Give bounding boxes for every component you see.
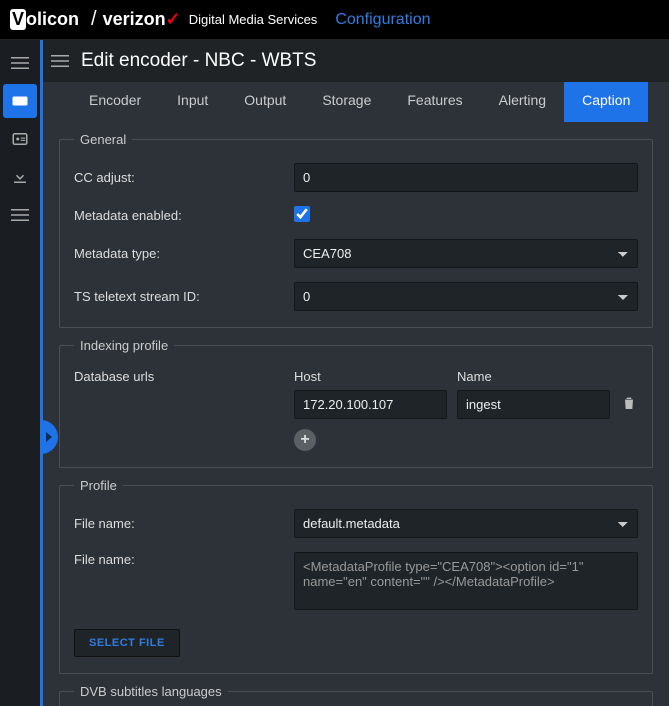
verizon-logo: verizon✓ [103, 9, 181, 30]
metadata-enabled-checkbox[interactable] [294, 206, 310, 222]
ts-teletext-label: TS teletext stream ID: [74, 289, 294, 304]
metadata-type-label: Metadata type: [74, 246, 294, 261]
sidebar-item-users[interactable] [3, 122, 37, 156]
add-url-button[interactable]: + [294, 429, 316, 451]
ts-teletext-select[interactable]: 0 [294, 282, 638, 311]
tab-bar: Encoder Input Output Storage Features Al… [43, 82, 669, 122]
main-panel: Edit encoder - NBC - WBTS Encoder Input … [40, 40, 669, 706]
cc-adjust-label: CC adjust: [74, 170, 294, 185]
cc-adjust-input[interactable] [294, 163, 638, 192]
dvb-fieldset: DVB subtitles languages Name StreamID Mi… [59, 684, 653, 706]
indexing-fieldset: Indexing profile Database urls Host Name [59, 338, 653, 468]
general-fieldset: General CC adjust: Metadata enabled: Met… [59, 132, 653, 328]
title-menu-icon[interactable] [43, 44, 77, 78]
section-title: Configuration [335, 11, 430, 29]
sidebar-item-download[interactable] [3, 160, 37, 194]
database-urls-label: Database urls [74, 369, 294, 384]
host-header: Host [294, 369, 447, 384]
name-header: Name [457, 369, 610, 384]
tab-input[interactable]: Input [159, 82, 226, 122]
brand-subtitle: Digital Media Services [189, 12, 318, 27]
profile-fieldset: Profile File name: default.metadata File… [59, 478, 653, 674]
tab-encoder[interactable]: Encoder [71, 82, 159, 122]
file-content-textarea[interactable]: <MetadataProfile type="CEA708"><option i… [294, 552, 638, 610]
tab-output[interactable]: Output [226, 82, 304, 122]
tab-alerting[interactable]: Alerting [481, 82, 564, 122]
content-area: General CC adjust: Metadata enabled: Met… [43, 122, 669, 706]
top-bar: Volicon / verizon✓ Digital Media Service… [0, 0, 669, 40]
name-input[interactable] [457, 390, 610, 419]
tab-features[interactable]: Features [389, 82, 480, 122]
tab-caption[interactable]: Caption [564, 82, 648, 122]
file-name-label: File name: [74, 516, 294, 531]
sidebar-menu-icon[interactable] [3, 46, 37, 80]
indexing-legend: Indexing profile [74, 338, 174, 353]
file-name-select[interactable]: default.metadata [294, 509, 638, 538]
delete-icon[interactable] [620, 395, 638, 414]
metadata-enabled-label: Metadata enabled: [74, 208, 294, 223]
brand-divider: / [91, 8, 97, 31]
file-content-label: File name: [74, 552, 294, 567]
metadata-type-select[interactable]: CEA708 [294, 239, 638, 268]
page-title: Edit encoder - NBC - WBTS [81, 50, 316, 72]
profile-legend: Profile [74, 478, 123, 493]
host-input[interactable] [294, 390, 447, 419]
dvb-legend: DVB subtitles languages [74, 684, 228, 699]
title-bar: Edit encoder - NBC - WBTS [43, 40, 669, 82]
select-file-button[interactable]: SELECT FILE [74, 629, 180, 657]
left-sidebar [0, 40, 40, 706]
volicon-logo: Volicon [10, 9, 79, 30]
general-legend: General [74, 132, 132, 147]
sidebar-item-list[interactable] [3, 198, 37, 232]
sidebar-item-encoders[interactable] [3, 84, 37, 118]
tab-storage[interactable]: Storage [304, 82, 389, 122]
